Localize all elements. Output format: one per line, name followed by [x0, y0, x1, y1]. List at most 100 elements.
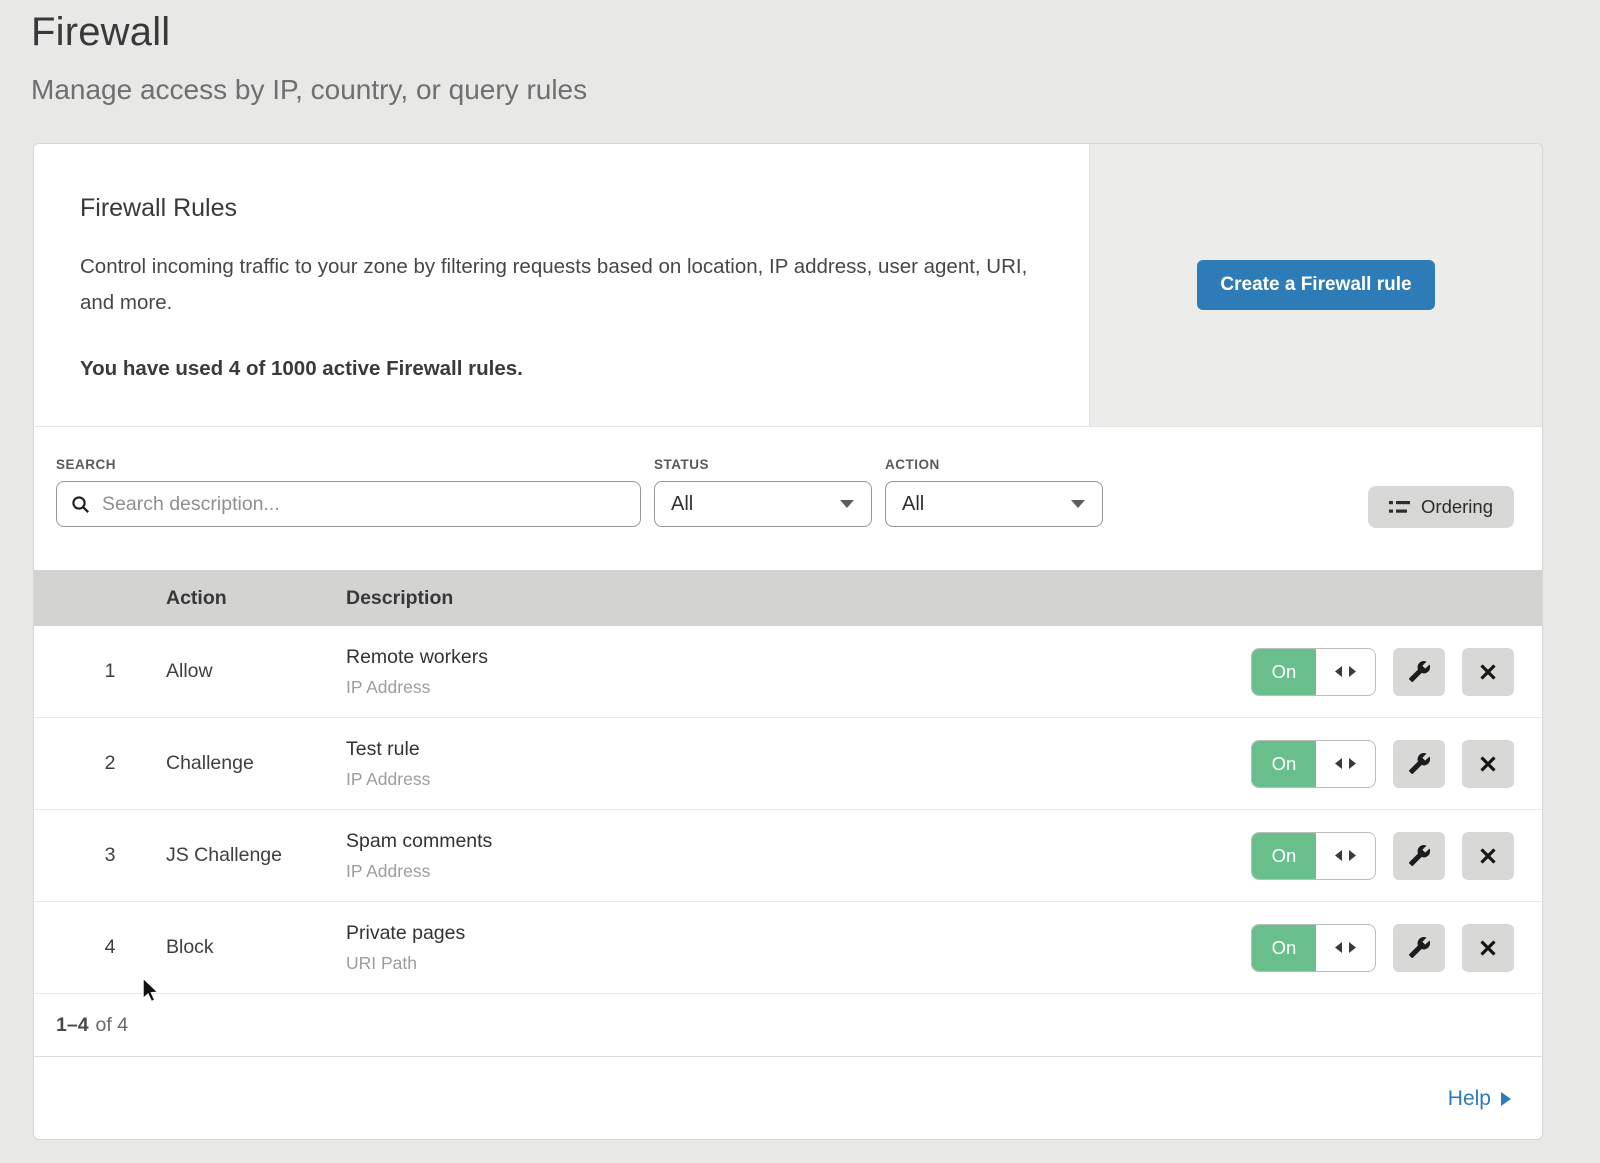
firewall-rules-card: Firewall Rules Control incoming traffic …	[33, 143, 1543, 1140]
rule-priority: 4	[34, 936, 166, 959]
page-title: Firewall	[31, 10, 1600, 55]
rule-priority: 2	[34, 752, 166, 775]
toggle-on-label: On	[1252, 925, 1316, 971]
rule-priority: 1	[34, 660, 166, 683]
create-rule-panel: Create a Firewall rule	[1089, 144, 1542, 426]
table-row: 1 Allow Remote workers IP Address On	[34, 626, 1542, 718]
usage-summary: You have used 4 of 1000 active Firewall …	[80, 357, 1049, 381]
overview-description: Control incoming traffic to your zone by…	[80, 249, 1030, 321]
toggle-handle	[1316, 925, 1375, 971]
rule-action: Challenge	[166, 752, 346, 775]
rule-enabled-toggle[interactable]: On	[1251, 924, 1376, 972]
delete-rule-button[interactable]	[1462, 740, 1514, 788]
overview-heading: Firewall Rules	[80, 194, 1049, 223]
status-select-value: All	[671, 493, 693, 516]
filter-bar: SEARCH STATUS All ACTION All	[34, 427, 1542, 570]
page-subtitle: Manage access by IP, country, or query r…	[31, 74, 1600, 106]
delete-rule-button[interactable]	[1462, 648, 1514, 696]
rule-description: Private pages	[346, 922, 1251, 945]
ordering-button-label: Ordering	[1421, 496, 1493, 518]
action-select-value: All	[902, 493, 924, 516]
rule-description-cell: Private pages URI Path	[346, 922, 1251, 974]
wrench-icon	[1408, 660, 1431, 683]
rule-action: Allow	[166, 660, 346, 683]
status-select[interactable]: All	[654, 481, 872, 527]
toggle-arrows-icon	[1334, 665, 1357, 678]
pagination-range: 1–4	[56, 1014, 89, 1037]
create-firewall-rule-button[interactable]: Create a Firewall rule	[1197, 260, 1434, 310]
search-icon	[71, 495, 90, 514]
rule-description-cell: Test rule IP Address	[346, 738, 1251, 790]
rules-table-body: 1 Allow Remote workers IP Address On	[34, 626, 1542, 994]
rule-description: Remote workers	[346, 646, 1251, 669]
edit-rule-button[interactable]	[1393, 924, 1445, 972]
wrench-icon	[1408, 844, 1431, 867]
status-filter-group: STATUS All	[654, 457, 872, 527]
search-box	[56, 481, 641, 527]
list-ordering-icon	[1389, 499, 1410, 516]
pagination-footer: 1–4 of 4	[34, 994, 1542, 1057]
action-filter-group: ACTION All	[885, 457, 1103, 527]
toggle-on-label: On	[1252, 649, 1316, 695]
wrench-icon	[1408, 936, 1431, 959]
rule-match-type: IP Address	[346, 677, 1251, 698]
rule-description-cell: Spam comments IP Address	[346, 830, 1251, 882]
delete-rule-button[interactable]	[1462, 832, 1514, 880]
rule-action: JS Challenge	[166, 844, 346, 867]
toggle-handle	[1316, 833, 1375, 879]
rule-enabled-toggle[interactable]: On	[1251, 648, 1376, 696]
rule-controls: On	[1251, 648, 1542, 696]
rule-match-type: URI Path	[346, 953, 1251, 974]
table-row: 4 Block Private pages URI Path On	[34, 902, 1542, 994]
status-label: STATUS	[654, 457, 872, 472]
chevron-down-icon	[839, 499, 855, 509]
help-strip: Help	[34, 1057, 1542, 1140]
rule-match-type: IP Address	[346, 769, 1251, 790]
toggle-handle	[1316, 741, 1375, 787]
table-row: 2 Challenge Test rule IP Address On	[34, 718, 1542, 810]
action-column-header: Action	[166, 587, 346, 610]
overview-text-panel: Firewall Rules Control incoming traffic …	[34, 144, 1089, 426]
toggle-on-label: On	[1252, 833, 1316, 879]
rule-match-type: IP Address	[346, 861, 1251, 882]
rule-description-cell: Remote workers IP Address	[346, 646, 1251, 698]
description-column-header: Description	[346, 587, 1251, 610]
toggle-handle	[1316, 649, 1375, 695]
action-select[interactable]: All	[885, 481, 1103, 527]
toggle-arrows-icon	[1334, 849, 1357, 862]
search-filter-group: SEARCH	[56, 457, 641, 527]
arrow-right-icon	[1500, 1091, 1512, 1107]
rule-description: Spam comments	[346, 830, 1251, 853]
close-icon	[1478, 846, 1498, 866]
rule-action: Block	[166, 936, 346, 959]
edit-rule-button[interactable]	[1393, 648, 1445, 696]
rule-controls: On	[1251, 832, 1542, 880]
rule-enabled-toggle[interactable]: On	[1251, 740, 1376, 788]
edit-rule-button[interactable]	[1393, 832, 1445, 880]
table-row: 3 JS Challenge Spam comments IP Address …	[34, 810, 1542, 902]
rule-description: Test rule	[346, 738, 1251, 761]
rule-controls: On	[1251, 924, 1542, 972]
search-input[interactable]	[100, 492, 626, 517]
close-icon	[1478, 662, 1498, 682]
action-label: ACTION	[885, 457, 1103, 472]
pagination-total: of 4	[96, 1014, 129, 1037]
table-header: Action Description	[34, 570, 1542, 626]
help-link[interactable]: Help	[1448, 1087, 1512, 1111]
search-label: SEARCH	[56, 457, 641, 472]
toggle-on-label: On	[1252, 741, 1316, 787]
ordering-button[interactable]: Ordering	[1368, 486, 1514, 528]
rule-priority: 3	[34, 844, 166, 867]
chevron-down-icon	[1070, 499, 1086, 509]
toggle-arrows-icon	[1334, 941, 1357, 954]
help-link-label: Help	[1448, 1087, 1491, 1111]
toggle-arrows-icon	[1334, 757, 1357, 770]
delete-rule-button[interactable]	[1462, 924, 1514, 972]
close-icon	[1478, 938, 1498, 958]
rule-controls: On	[1251, 740, 1542, 788]
close-icon	[1478, 754, 1498, 774]
edit-rule-button[interactable]	[1393, 740, 1445, 788]
page-header: Firewall Manage access by IP, country, o…	[0, 0, 1600, 106]
rule-enabled-toggle[interactable]: On	[1251, 832, 1376, 880]
overview-section: Firewall Rules Control incoming traffic …	[34, 144, 1542, 427]
